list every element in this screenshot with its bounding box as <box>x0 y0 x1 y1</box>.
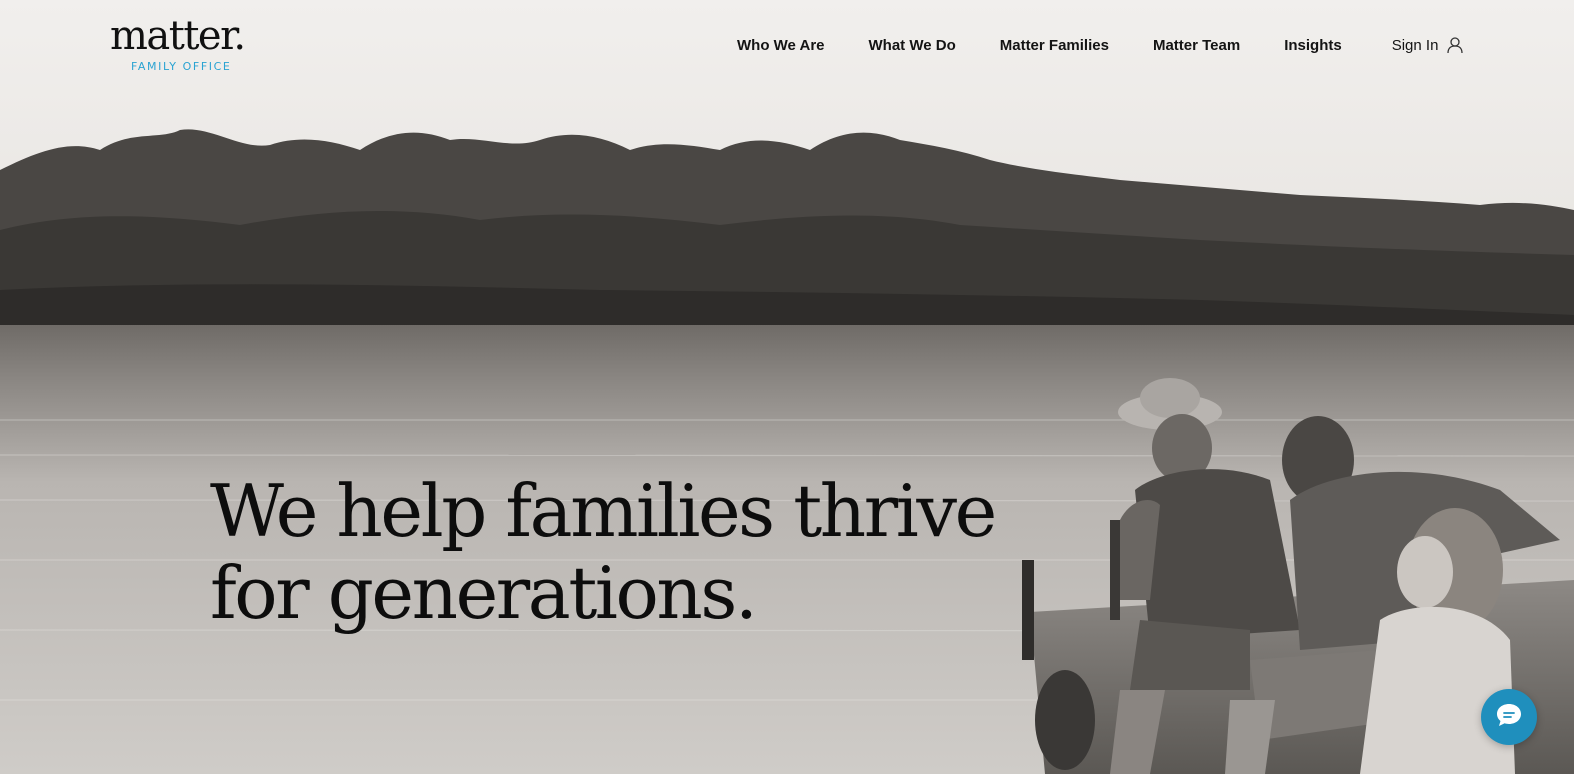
chat-button[interactable] <box>1481 689 1537 745</box>
user-icon <box>1446 36 1464 54</box>
logo[interactable]: matter. FAMILY OFFICE <box>110 13 246 73</box>
hero-headline-line-2: for generations. <box>210 551 758 635</box>
sign-in-link[interactable]: Sign In <box>1392 36 1465 54</box>
hero-headline: We help families thrive for generations. <box>210 469 997 635</box>
main-nav: Who We Are What We Do Matter Families Ma… <box>737 36 1464 54</box>
logo-subtitle: FAMILY OFFICE <box>131 60 232 73</box>
page: matter. FAMILY OFFICE Who We Are What We… <box>0 0 1574 774</box>
chat-bubble-icon <box>1495 702 1523 733</box>
nav-matter-families[interactable]: Matter Families <box>1000 37 1109 54</box>
nav-matter-team[interactable]: Matter Team <box>1153 37 1240 54</box>
sign-in-label: Sign In <box>1391 36 1439 54</box>
hero-image <box>0 0 1574 774</box>
nav-who-we-are[interactable]: Who We Are <box>737 37 825 54</box>
site-header: matter. FAMILY OFFICE Who We Are What We… <box>0 0 1574 90</box>
nav-what-we-do[interactable]: What We Do <box>869 37 956 54</box>
hero-headline-line-1: We help families thrive <box>210 469 997 553</box>
logo-wordmark: matter. <box>110 13 246 59</box>
nav-insights[interactable]: Insights <box>1284 37 1342 54</box>
